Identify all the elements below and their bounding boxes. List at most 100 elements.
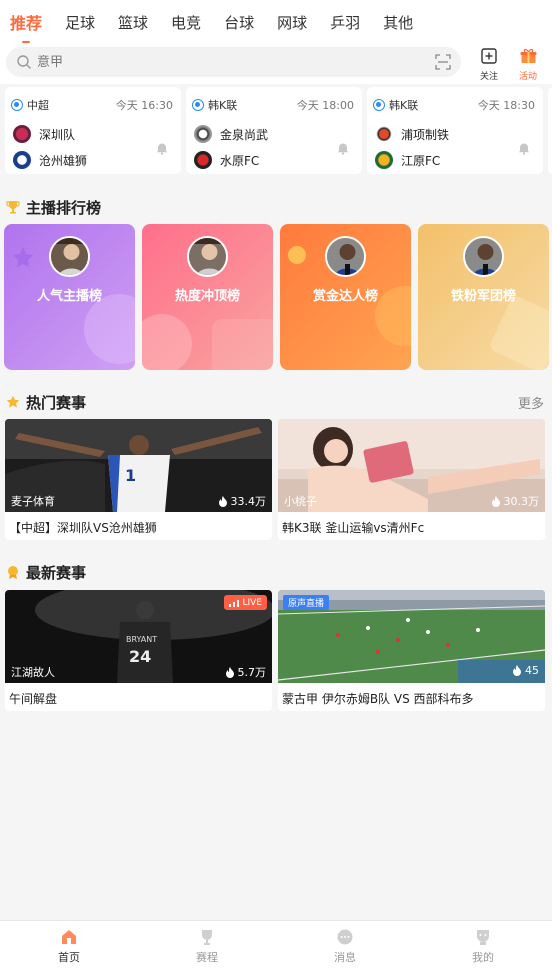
svg-text:1: 1 [125,466,136,485]
app-page: 推荐 足球 篮球 电竞 台球 网球 乒羽 其他 关注 活动 中超 今天 16:3… [0,0,552,970]
match-card[interactable]: 韩K联 今天 18:00 金泉尚武 水原FC [186,87,362,174]
star-decoration-icon [13,247,33,267]
event-button[interactable]: 活动 [511,48,545,82]
match-carousel: 中超 今天 16:30 深圳队 沧州雄狮 韩K联 今天 18:00 金泉尚武 水… [0,84,552,180]
signal-icon [229,599,240,607]
search-bar[interactable] [6,47,461,77]
match-card-peek [548,87,552,174]
match-title: 韩K3联 釜山运输vs清州Fc [282,521,425,535]
match-league: 韩K联 [373,97,418,113]
match-league: 韩K联 [192,97,237,113]
rank-label: 热度冲顶榜 [174,289,240,304]
team-logo-icon [194,125,212,143]
bottom-nav: 首页 赛程 消息 我的 [0,920,552,970]
search-row: 关注 活动 [0,44,552,84]
streamer-name: 江湖故人 [11,666,55,679]
user-icon [477,930,489,945]
scan-icon[interactable] [435,54,451,70]
nav-home[interactable]: 首页 [0,921,138,970]
hot-match-card[interactable]: 小桃子 30.3万 韩K3联 釜山运输vs清州Fc [278,419,545,540]
home-team-name: 深圳队 [39,127,76,142]
away-team: 江原FC [375,151,440,169]
rank-card-popular[interactable]: 人气主播榜 [4,224,135,370]
section-title: 最新赛事 [26,563,87,582]
new-match-card[interactable]: BRYANT 24 LIVE 江湖故人 5.7万 午间解盘 [5,590,272,711]
nav-label: 消息 [334,951,356,964]
home-team: 浦项制铁 [375,125,449,143]
search-input[interactable] [37,54,417,70]
streamer-name: 小桃子 [284,495,317,508]
match-title: 午间解盘 [9,692,58,706]
rank-card-bounty[interactable]: 赏金达人榜 [280,224,411,370]
fire-icon [225,666,234,678]
tab-tennis[interactable]: 网球 [277,12,307,33]
rank-card-heat[interactable]: 热度冲顶榜 [142,224,273,370]
team-logo-icon [194,151,212,169]
broadcast-badge: 原声直播 [283,595,330,610]
bell-icon[interactable] [155,141,169,155]
match-card[interactable]: 中超 今天 16:30 深圳队 沧州雄狮 [5,87,181,174]
streamer-name: 麦子体育 [11,495,55,508]
football-icon [373,99,385,111]
card-decoration [84,294,135,364]
tab-recommend[interactable]: 推荐 [10,10,42,43]
home-team: 深圳队 [13,125,75,143]
search-icon [17,55,31,69]
nav-profile[interactable]: 我的 [414,921,552,970]
nav-label: 赛程 [196,951,218,964]
live-badge: LIVE [224,595,267,610]
match-time: 今天 16:30 [115,99,173,112]
follow-plus-icon [481,48,497,64]
hot-match-card[interactable]: 1 麦子体育 33.4万 【中超】深圳队VS沧州雄狮 [5,419,272,540]
heat-count: 33.4万 [218,493,267,509]
away-team: 水原FC [194,151,259,169]
team-logo-icon [375,151,393,169]
new-match-card[interactable]: 原声直播 45 蒙古甲 伊尔赤姆B队 VS 西部科布多 [278,590,545,711]
tab-billiards[interactable]: 台球 [224,12,254,33]
match-card[interactable]: 韩K联 今天 18:30 浦项制铁 江原FC [367,87,543,174]
avatar [463,236,504,277]
match-league: 中超 [11,97,49,113]
home-team: 金泉尚武 [194,125,268,143]
card-decoration [488,294,549,370]
card-decoration [212,319,273,370]
avatar [187,236,228,277]
away-team-name: 水原FC [220,153,260,168]
bell-icon[interactable] [336,141,350,155]
medal-icon [8,566,18,579]
bell-icon[interactable] [517,141,531,155]
new-section-header: 最新赛事 [0,556,552,588]
follow-button[interactable]: 关注 [472,48,506,82]
fire-icon [513,665,521,676]
gift-icon [520,48,536,63]
tab-football[interactable]: 足球 [65,12,95,33]
away-team-name: 江原FC [401,153,441,168]
follow-label: 关注 [479,72,498,82]
team-logo-icon [375,125,393,143]
event-label: 活动 [518,72,537,82]
rank-card-fans[interactable]: 铁粉军团榜 [418,224,549,370]
section-title: 热门赛事 [26,393,87,412]
rank-label: 人气主播榜 [36,289,102,304]
nav-schedule[interactable]: 赛程 [138,921,276,970]
heat-value: 45 [525,664,539,677]
more-link[interactable]: 更多 [518,393,544,412]
football-icon [11,99,23,111]
trophy-icon [6,201,20,214]
card-decoration [142,314,192,370]
league-name: 中超 [27,99,49,112]
tab-table-tennis-badminton[interactable]: 乒羽 [330,12,360,33]
heat-value: 33.4万 [230,495,267,508]
tab-esports[interactable]: 电竞 [171,12,201,33]
home-team-name: 浦项制铁 [401,127,450,142]
fire-icon [218,495,227,507]
avatar [49,236,90,277]
heat-value: 5.7万 [237,666,267,679]
tab-other[interactable]: 其他 [383,12,413,33]
nav-messages[interactable]: 消息 [276,921,414,970]
team-logo-icon [13,151,31,169]
trophy-icon [202,930,212,945]
league-name: 韩K联 [208,99,238,112]
heat-value: 30.3万 [503,495,540,508]
tab-basketball[interactable]: 篮球 [118,12,148,33]
